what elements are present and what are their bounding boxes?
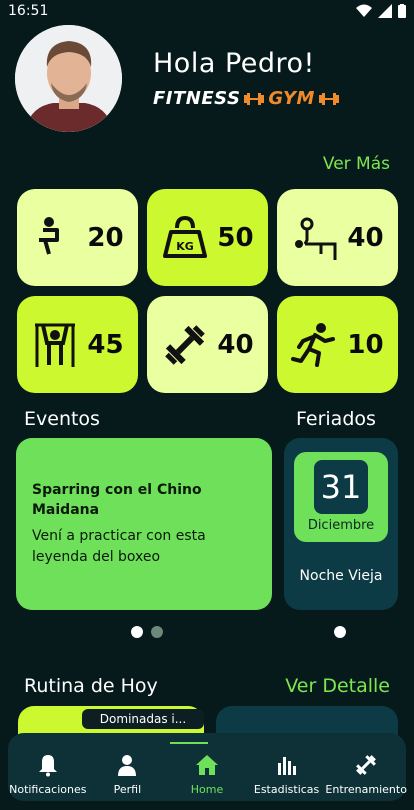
kettlebell-kg-icon: KG: [163, 215, 208, 258]
holiday-name: Noche Vieja: [299, 568, 383, 584]
nav-item-entrenamiento[interactable]: Entrenamiento: [325, 733, 407, 797]
holiday-card[interactable]: 31 Diciembre Noche Vieja: [284, 438, 398, 610]
holidays-page-dot-active[interactable]: [334, 626, 346, 638]
nav-label: Estadisticas: [253, 783, 320, 796]
svg-text:KG: KG: [177, 240, 195, 253]
events-page-dot[interactable]: [151, 626, 163, 638]
nav-item-estadisticas[interactable]: Estadisticas: [248, 733, 326, 797]
nav-item-notificaciones[interactable]: Notificaciones: [9, 733, 87, 797]
holiday-date-box: 31 Diciembre: [294, 452, 388, 542]
see-detail-link[interactable]: Ver Detalle: [285, 675, 390, 697]
event-card[interactable]: Sparring con el Chino Maidana Vení a pra…: [16, 438, 272, 610]
stat-value: 40: [347, 222, 384, 253]
dumbbell-logo-icon: [244, 92, 265, 105]
routine-title: Rutina de Hoy: [24, 675, 158, 697]
holiday-month: Diciembre: [307, 518, 375, 533]
events-title: Eventos: [24, 408, 100, 430]
nav-label: Perfil: [113, 783, 142, 796]
stat-card-squat[interactable]: 20: [17, 189, 138, 286]
stat-value: 20: [87, 222, 124, 253]
dumbbell-logo-icon: [318, 92, 339, 105]
stat-value: 45: [87, 329, 124, 360]
home-icon: [195, 755, 218, 775]
holidays-title: Feriados: [296, 408, 376, 430]
nav-item-perfil[interactable]: Perfil: [88, 733, 166, 797]
bar-chart-icon: [277, 757, 296, 775]
stat-card-pullup[interactable]: 45: [17, 296, 138, 393]
status-bar: 16:51: [0, 0, 414, 22]
holiday-day: 31: [314, 460, 368, 514]
see-more-link[interactable]: Ver Más: [323, 154, 390, 174]
avatar[interactable]: [15, 25, 122, 132]
stat-value: 10: [347, 329, 384, 360]
signal-icon: [378, 4, 392, 18]
wifi-icon: [356, 4, 372, 17]
nav-label: Notificaciones: [9, 783, 87, 796]
status-icons: [356, 4, 406, 18]
greeting-text: Hola Pedro!: [153, 48, 315, 79]
stat-card-running[interactable]: 10: [277, 296, 398, 393]
status-time: 16:51: [8, 3, 49, 19]
nav-label: Entrenamiento: [325, 783, 407, 796]
bell-icon: [38, 755, 57, 777]
stat-card-dumbbell[interactable]: 40: [147, 296, 268, 393]
dumbbell-icon: [165, 324, 206, 365]
routine-tag: Dominadas i...: [82, 709, 204, 729]
avatar-photo: [15, 25, 122, 132]
stat-card-kettlebell[interactable]: KG 50: [147, 189, 268, 286]
pull-up-icon: [35, 323, 76, 367]
events-page-dot-active[interactable]: [131, 626, 143, 638]
squat-icon: [39, 216, 60, 255]
nav-label: Home: [190, 783, 224, 796]
active-indicator: [169, 742, 208, 744]
brand-gym: GYM: [268, 88, 315, 109]
bottom-nav: Notificaciones Perfil Home Estadisticas …: [8, 733, 407, 801]
nav-item-home[interactable]: Home: [168, 733, 246, 797]
event-title: Sparring con el Chino Maidana: [32, 482, 202, 518]
brand-logo: FITNESS GYM: [153, 88, 339, 109]
event-description: Vení a practicar con esta leyenda del bo…: [32, 528, 206, 565]
dumbbell-icon: [356, 755, 377, 775]
brand-fitness: FITNESS: [153, 88, 241, 109]
stat-value: 40: [217, 329, 254, 360]
stat-card-bench[interactable]: 40: [277, 189, 398, 286]
bench-press-icon: [295, 217, 337, 260]
person-icon: [118, 755, 137, 776]
running-icon: [291, 322, 336, 367]
battery-icon: [398, 4, 406, 18]
stat-value: 50: [217, 222, 254, 253]
